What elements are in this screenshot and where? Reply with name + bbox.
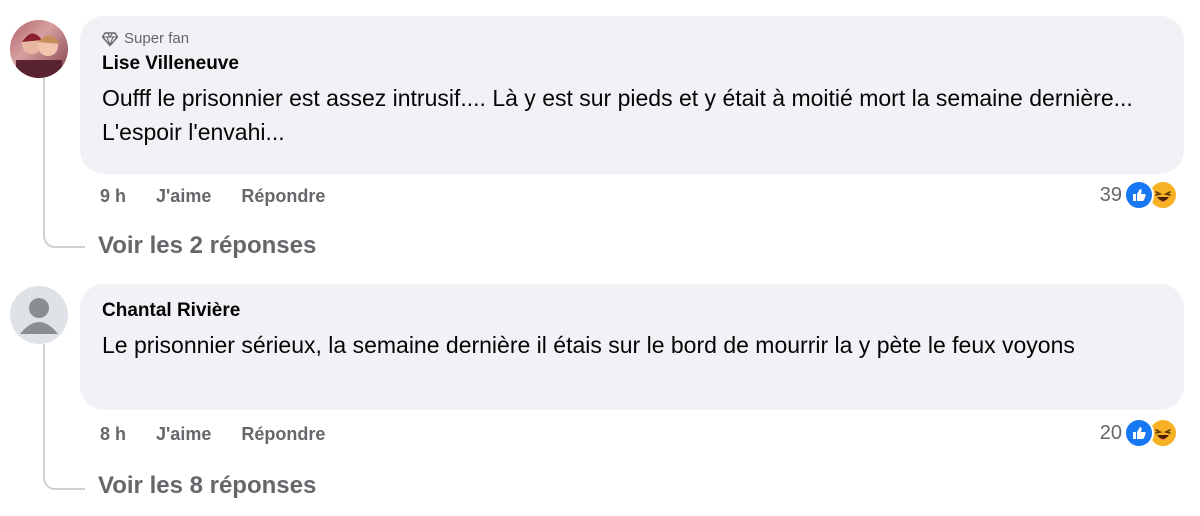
comment-author[interactable]: Chantal Rivière	[102, 300, 1162, 322]
comment-author[interactable]: Lise Villeneuve	[102, 53, 1162, 75]
reaction-summary[interactable]: 20	[1100, 418, 1178, 448]
thumbs-up-icon	[1124, 418, 1154, 448]
view-replies-link[interactable]: Voir les 2 réponses	[98, 232, 316, 260]
thread-line	[43, 344, 85, 490]
comment-actions: 8 h J'aime Répondre	[100, 424, 325, 445]
badge-label: Super fan	[124, 30, 190, 47]
reaction-count: 20	[1099, 421, 1122, 444]
super-fan-badge[interactable]: Super fan	[102, 30, 1162, 47]
avatar[interactable]	[10, 286, 68, 344]
like-button[interactable]: J'aime	[156, 424, 211, 445]
comment-text: Le prisonnier sérieux, la semaine derniè…	[102, 332, 1075, 358]
avatar[interactable]	[10, 20, 68, 78]
reaction-summary[interactable]: 39	[1100, 180, 1178, 210]
like-button[interactable]: J'aime	[156, 186, 211, 207]
diamond-icon	[102, 31, 118, 47]
comment-text: Oufff le prisonnier est assez intrusif..…	[102, 85, 1133, 145]
comment-timestamp[interactable]: 8 h	[100, 424, 126, 445]
default-avatar-icon	[20, 298, 58, 334]
comment-bubble: Super fan Lise Villeneuve Oufff le priso…	[80, 16, 1184, 174]
reply-button[interactable]: Répondre	[241, 424, 325, 445]
reaction-count: 39	[1099, 183, 1122, 206]
reply-button[interactable]: Répondre	[241, 186, 325, 207]
view-replies-link[interactable]: Voir les 8 réponses	[98, 472, 316, 500]
comment-actions: 9 h J'aime Répondre	[100, 186, 325, 207]
thread-line	[43, 78, 85, 248]
comment-timestamp[interactable]: 9 h	[100, 186, 126, 207]
comment-bubble: Chantal Rivière Le prisonnier sérieux, l…	[80, 284, 1184, 410]
avatar-photo-icon	[16, 33, 62, 78]
thumbs-up-icon	[1124, 180, 1154, 210]
